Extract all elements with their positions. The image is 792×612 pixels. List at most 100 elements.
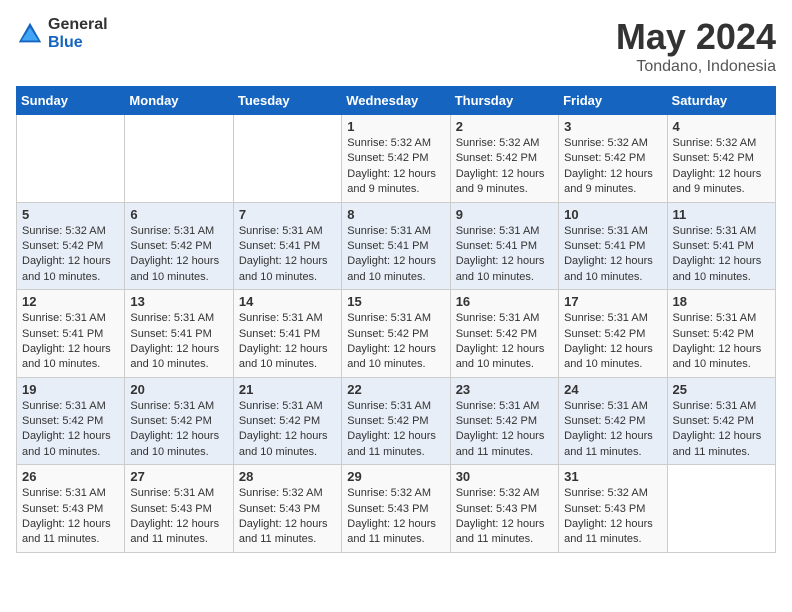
day-cell [667,465,775,553]
day-cell: 10Sunrise: 5:31 AM Sunset: 5:41 PM Dayli… [559,202,667,290]
day-number: 17 [564,294,661,309]
day-cell: 29 Sunrise: 5:32 AM Sunset: 5:43 PM Dayli… [342,465,450,553]
day-number: 27 [130,469,227,484]
day-info: Sunrise: 5:31 AM Sunset: 5:42 PM Dayligh… [22,399,119,461]
day-cell: 30 Sunrise: 5:32 AM Sunset: 5:43 PM Dayli… [450,465,558,553]
day-cell: 12 Sunrise: 5:31 AM Sunset: 5:41 PM Dayli… [17,290,125,378]
logo-general: General [48,16,108,34]
week-row-2: 5 Sunrise: 5:32 AM Sunset: 5:42 PM Daylig… [17,202,776,290]
day-number: 4 [673,119,770,134]
day-cell: 24 Sunrise: 5:31 AM Sunset: 5:42 PM Dayli… [559,377,667,465]
day-number: 16 [456,294,553,309]
week-row-5: 26 Sunrise: 5:31 AM Sunset: 5:43 PM Dayli… [17,465,776,553]
day-cell [17,115,125,203]
day-number: 20 [130,382,227,397]
day-number: 2 [456,119,553,134]
day-cell: 8 Sunrise: 5:31 AM Sunset: 5:41 PM Daylig… [342,202,450,290]
day-cell: 19 Sunrise: 5:31 AM Sunset: 5:42 PM Dayli… [17,377,125,465]
day-number: 31 [564,469,661,484]
day-cell: 2 Sunrise: 5:32 AM Sunset: 5:42 PM Daylig… [450,115,558,203]
day-cell [125,115,233,203]
day-info: Sunrise: 5:31 AM Sunset: 5:41 PM Dayligh… [22,311,119,373]
logo-text: General Blue [48,16,108,51]
day-info: Sunrise: 5:31 AM Sunset: 5:43 PM Dayligh… [22,486,119,548]
day-info: Sunrise: 5:31 AM Sunset: 5:42 PM Dayligh… [130,399,227,461]
day-info: Sunrise: 5:32 AM Sunset: 5:42 PM Dayligh… [22,224,119,286]
day-cell: 17 Sunrise: 5:31 AM Sunset: 5:42 PM Dayli… [559,290,667,378]
day-number: 11 [673,207,770,222]
day-info: Sunrise: 5:31 AM Sunset: 5:41 PM Dayligh… [130,311,227,373]
day-info: Sunrise: 5:31 AM Sunset: 5:42 PM Dayligh… [239,399,336,461]
day-cell: 4 Sunrise: 5:32 AM Sunset: 5:42 PM Daylig… [667,115,775,203]
day-number: 8 [347,207,444,222]
day-number: 10 [564,207,661,222]
day-cell: 14 Sunrise: 5:31 AM Sunset: 5:41 PM Dayli… [233,290,341,378]
day-cell: 22Sunrise: 5:31 AM Sunset: 5:42 PM Dayli… [342,377,450,465]
day-cell: 11 Sunrise: 5:31 AM Sunset: 5:41 PM Dayli… [667,202,775,290]
day-number: 1 [347,119,444,134]
day-cell: 3 Sunrise: 5:32 AM Sunset: 5:42 PM Daylig… [559,115,667,203]
day-header-thursday: Thursday [450,87,558,115]
day-header-wednesday: Wednesday [342,87,450,115]
day-info: Sunrise: 5:31 AM Sunset: 5:43 PM Dayligh… [130,486,227,548]
day-cell: 27 Sunrise: 5:31 AM Sunset: 5:43 PM Dayli… [125,465,233,553]
day-number: 19 [22,382,119,397]
page-header: General Blue May 2024 Tondano, Indonesia [16,16,776,76]
day-info: Sunrise: 5:32 AM Sunset: 5:43 PM Dayligh… [347,486,444,548]
day-number: 3 [564,119,661,134]
day-cell [233,115,341,203]
day-number: 7 [239,207,336,222]
day-info: Sunrise: 5:32 AM Sunset: 5:42 PM Dayligh… [673,136,770,198]
day-info: Sunrise: 5:32 AM Sunset: 5:42 PM Dayligh… [564,136,661,198]
day-cell: 15 Sunrise: 5:31 AM Sunset: 5:42 PM Dayli… [342,290,450,378]
title-section: May 2024 Tondano, Indonesia [616,16,776,76]
day-number: 29 [347,469,444,484]
day-number: 14 [239,294,336,309]
logo-blue: Blue [48,34,108,52]
day-cell: 31 Sunrise: 5:32 AM Sunset: 5:43 PM Dayli… [559,465,667,553]
week-row-4: 19 Sunrise: 5:31 AM Sunset: 5:42 PM Dayli… [17,377,776,465]
day-cell: 23Sunrise: 5:31 AM Sunset: 5:42 PM Dayli… [450,377,558,465]
day-info: Sunrise: 5:31 AM Sunset: 5:42 PM Dayligh… [130,224,227,286]
day-info: Sunrise: 5:31 AM Sunset: 5:42 PM Dayligh… [456,311,553,373]
day-info: Sunrise: 5:31 AM Sunset: 5:42 PM Dayligh… [456,399,553,461]
day-number: 5 [22,207,119,222]
day-cell: 21 Sunrise: 5:31 AM Sunset: 5:42 PM Dayli… [233,377,341,465]
day-number: 26 [22,469,119,484]
day-number: 15 [347,294,444,309]
day-number: 18 [673,294,770,309]
day-info: Sunrise: 5:31 AM Sunset: 5:42 PM Dayligh… [564,311,661,373]
logo: General Blue [16,16,108,51]
day-info: Sunrise: 5:31 AM Sunset: 5:41 PM Dayligh… [347,224,444,286]
day-info: Sunrise: 5:32 AM Sunset: 5:42 PM Dayligh… [456,136,553,198]
day-info: Sunrise: 5:31 AM Sunset: 5:42 PM Dayligh… [347,399,444,461]
day-info: Sunrise: 5:32 AM Sunset: 5:43 PM Dayligh… [239,486,336,548]
day-info: Sunrise: 5:31 AM Sunset: 5:41 PM Dayligh… [239,224,336,286]
day-number: 12 [22,294,119,309]
week-row-3: 12 Sunrise: 5:31 AM Sunset: 5:41 PM Dayli… [17,290,776,378]
calendar-table: SundayMondayTuesdayWednesdayThursdayFrid… [16,86,776,553]
day-cell: 26 Sunrise: 5:31 AM Sunset: 5:43 PM Dayli… [17,465,125,553]
day-info: Sunrise: 5:32 AM Sunset: 5:43 PM Dayligh… [456,486,553,548]
day-number: 24 [564,382,661,397]
header-row: SundayMondayTuesdayWednesdayThursdayFrid… [17,87,776,115]
day-number: 30 [456,469,553,484]
day-cell: 7 Sunrise: 5:31 AM Sunset: 5:41 PM Daylig… [233,202,341,290]
week-row-1: 1 Sunrise: 5:32 AM Sunset: 5:42 PM Daylig… [17,115,776,203]
day-number: 28 [239,469,336,484]
day-cell: 5 Sunrise: 5:32 AM Sunset: 5:42 PM Daylig… [17,202,125,290]
day-number: 13 [130,294,227,309]
day-info: Sunrise: 5:31 AM Sunset: 5:42 PM Dayligh… [347,311,444,373]
calendar-subtitle: Tondano, Indonesia [616,58,776,76]
day-cell: 9Sunrise: 5:31 AM Sunset: 5:41 PM Daylig… [450,202,558,290]
day-number: 21 [239,382,336,397]
day-info: Sunrise: 5:31 AM Sunset: 5:41 PM Dayligh… [239,311,336,373]
day-info: Sunrise: 5:31 AM Sunset: 5:41 PM Dayligh… [673,224,770,286]
day-cell: 6 Sunrise: 5:31 AM Sunset: 5:42 PM Daylig… [125,202,233,290]
day-header-friday: Friday [559,87,667,115]
day-number: 6 [130,207,227,222]
day-info: Sunrise: 5:31 AM Sunset: 5:41 PM Dayligh… [456,224,553,286]
day-info: Sunrise: 5:31 AM Sunset: 5:42 PM Dayligh… [564,399,661,461]
day-info: Sunrise: 5:32 AM Sunset: 5:43 PM Dayligh… [564,486,661,548]
day-info: Sunrise: 5:31 AM Sunset: 5:42 PM Dayligh… [673,311,770,373]
